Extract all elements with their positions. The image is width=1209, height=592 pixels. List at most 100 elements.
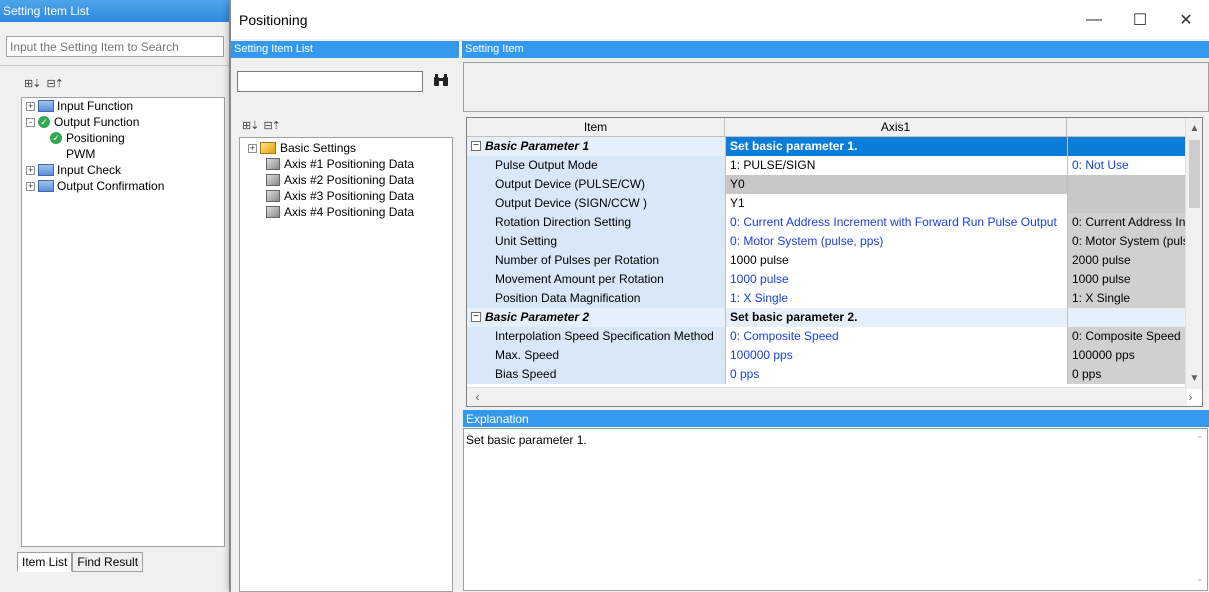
- collapse-icon[interactable]: −: [471, 141, 481, 151]
- table-row[interactable]: Max. Speed 100000 pps 100000 pps: [467, 346, 1187, 365]
- axis1-cell[interactable]: 0 pps: [725, 365, 1067, 384]
- tree-item-input-check[interactable]: + Input Check: [22, 162, 224, 178]
- tree-item-axis2[interactable]: Axis #2 Positioning Data: [242, 172, 452, 188]
- table-row[interactable]: Movement Amount per Rotation 1000 pulse …: [467, 270, 1187, 289]
- search-input[interactable]: [237, 71, 423, 92]
- col-header-axis2[interactable]: [1067, 118, 1187, 137]
- tab-item-list[interactable]: Item List: [17, 552, 73, 572]
- axis1-cell[interactable]: 0: Motor System (pulse, pps): [725, 232, 1067, 251]
- axis2-cell[interactable]: [1067, 175, 1187, 194]
- horizontal-scrollbar[interactable]: ‹ ›: [467, 387, 1193, 407]
- section-label: Basic Parameter 2: [485, 310, 590, 324]
- close-button[interactable]: ✕: [1163, 0, 1209, 39]
- scroll-down-icon[interactable]: ⌄: [1196, 573, 1204, 584]
- table-row[interactable]: Output Device (PULSE/CW) Y0: [467, 175, 1187, 194]
- section-row-basic-parameter-1[interactable]: − Basic Parameter 1 Set basic parameter 1…: [467, 137, 1187, 156]
- scroll-left-icon[interactable]: ‹: [469, 388, 486, 407]
- collapse-all-icon[interactable]: ⊟⇡: [263, 119, 280, 132]
- bg-search-wrap: [0, 22, 229, 66]
- expander-icon[interactable]: +: [248, 143, 257, 153]
- table-row[interactable]: Bias Speed 0 pps 0 pps: [467, 365, 1187, 384]
- tree-item-basic-settings[interactable]: + Basic Settings: [242, 140, 452, 156]
- setting-tree: + Basic Settings Axis #1 Positioning Dat…: [239, 137, 453, 592]
- collapser-icon[interactable]: -: [26, 117, 35, 127]
- tree-label: Basic Settings: [280, 141, 357, 155]
- axis2-cell[interactable]: 1000 pulse: [1067, 270, 1187, 289]
- collapse-icon[interactable]: −: [471, 312, 481, 322]
- tree-item-output-function[interactable]: - ✓ Output Function: [22, 114, 224, 130]
- section-cell: − Basic Parameter 1: [467, 137, 725, 156]
- scroll-up-icon[interactable]: ▲: [1186, 120, 1203, 137]
- expander-icon[interactable]: +: [26, 165, 35, 175]
- axis2-cell[interactable]: 0: Motor System (puls: [1067, 232, 1187, 251]
- tree-item-axis3[interactable]: Axis #3 Positioning Data: [242, 188, 452, 204]
- minimize-button[interactable]: —: [1071, 0, 1117, 39]
- axis1-cell[interactable]: Y0: [725, 175, 1067, 194]
- axis1-cell[interactable]: Y1: [725, 194, 1067, 213]
- table-row[interactable]: Rotation Direction Setting 0: Current Ad…: [467, 213, 1187, 232]
- bg-panel-title: Setting Item List: [0, 0, 229, 22]
- table-row[interactable]: Number of Pulses per Rotation 1000 pulse…: [467, 251, 1187, 270]
- scroll-thumb[interactable]: [1189, 140, 1200, 208]
- tree-item-positioning[interactable]: ✓ Positioning: [22, 130, 224, 146]
- axis1-cell[interactable]: 0: Current Address Increment with Forwar…: [725, 213, 1067, 232]
- table-row[interactable]: Output Device (SIGN/CCW ) Y1: [467, 194, 1187, 213]
- tree-item-pwm[interactable]: PWM: [22, 146, 224, 162]
- axis1-cell[interactable]: 0: Composite Speed: [725, 327, 1067, 346]
- expander-icon[interactable]: +: [26, 181, 35, 191]
- item-cell: Number of Pulses per Rotation: [467, 251, 725, 270]
- collapse-all-icon[interactable]: ⊟⇡: [46, 77, 63, 90]
- col-header-item[interactable]: Item: [467, 118, 725, 137]
- parameter-grid: Item Axis1 − Basic Parameter 1 Set basic …: [466, 117, 1203, 407]
- scroll-up-icon[interactable]: ⌃: [1196, 435, 1204, 446]
- section-label: Basic Parameter 1: [485, 139, 590, 153]
- window-buttons: — ☐ ✕: [1071, 0, 1209, 39]
- right-pane-header: Setting Item: [462, 41, 1209, 58]
- maximize-button[interactable]: ☐: [1117, 0, 1163, 39]
- vertical-scrollbar[interactable]: ▲ ▼: [1185, 118, 1202, 389]
- axis2-cell[interactable]: 0: Not Use: [1067, 156, 1187, 175]
- data-icon: [266, 174, 280, 186]
- tree-label: Output Confirmation: [57, 179, 165, 193]
- expander-icon[interactable]: +: [26, 101, 35, 111]
- expand-all-icon[interactable]: ⊞⇣: [242, 119, 259, 132]
- tree-item-axis1[interactable]: Axis #1 Positioning Data: [242, 156, 452, 172]
- axis2-cell[interactable]: 0 pps: [1067, 365, 1187, 384]
- tree-item-axis4[interactable]: Axis #4 Positioning Data: [242, 204, 452, 220]
- axis2-cell[interactable]: [1067, 194, 1187, 213]
- section-desc-axis2: [1067, 137, 1187, 156]
- dialog-body: Setting Item List ⊞⇣ ⊟⇡ + Basic Settings…: [231, 39, 1209, 592]
- search-row: [237, 71, 451, 92]
- table-row[interactable]: Interpolation Speed Specification Method…: [467, 327, 1187, 346]
- axis1-cell[interactable]: 1000 pulse: [725, 251, 1067, 270]
- axis1-cell[interactable]: 1000 pulse: [725, 270, 1067, 289]
- tree-item-output-confirmation[interactable]: + Output Confirmation: [22, 178, 224, 194]
- table-row[interactable]: Position Data Magnification 1: X Single …: [467, 289, 1187, 308]
- table-row[interactable]: Pulse Output Mode 1: PULSE/SIGN 0: Not U…: [467, 156, 1187, 175]
- tree-label: Axis #2 Positioning Data: [284, 173, 415, 187]
- section-row-basic-parameter-2[interactable]: − Basic Parameter 2 Set basic parameter 2…: [467, 308, 1187, 327]
- table-row[interactable]: Unit Setting 0: Motor System (pulse, pps…: [467, 232, 1187, 251]
- axis2-cell[interactable]: 100000 pps: [1067, 346, 1187, 365]
- bg-search-input[interactable]: [6, 36, 224, 57]
- item-cell: Output Device (PULSE/CW): [467, 175, 725, 194]
- item-cell: Interpolation Speed Specification Method: [467, 327, 725, 346]
- axis2-cell[interactable]: 2000 pulse: [1067, 251, 1187, 270]
- find-button[interactable]: [431, 72, 451, 92]
- axis1-cell[interactable]: 100000 pps: [725, 346, 1067, 365]
- tab-find-result[interactable]: Find Result: [72, 552, 144, 572]
- axis2-cell[interactable]: 1: X Single: [1067, 289, 1187, 308]
- axis2-cell[interactable]: 0: Current Address In: [1067, 213, 1187, 232]
- axis2-cell[interactable]: 0: Composite Speed: [1067, 327, 1187, 346]
- tree-label: Input Function: [57, 99, 134, 113]
- scroll-down-icon[interactable]: ▼: [1186, 370, 1203, 387]
- binoculars-icon: [433, 73, 449, 90]
- list-icon: [38, 180, 54, 192]
- folder-icon: [260, 142, 276, 154]
- col-header-axis1[interactable]: Axis1: [725, 118, 1067, 137]
- scroll-right-icon[interactable]: ›: [1182, 388, 1199, 407]
- axis1-cell[interactable]: 1: X Single: [725, 289, 1067, 308]
- expand-all-icon[interactable]: ⊞⇣: [24, 77, 41, 90]
- axis1-cell[interactable]: 1: PULSE/SIGN: [725, 156, 1067, 175]
- tree-item-input-function[interactable]: + Input Function: [22, 98, 224, 114]
